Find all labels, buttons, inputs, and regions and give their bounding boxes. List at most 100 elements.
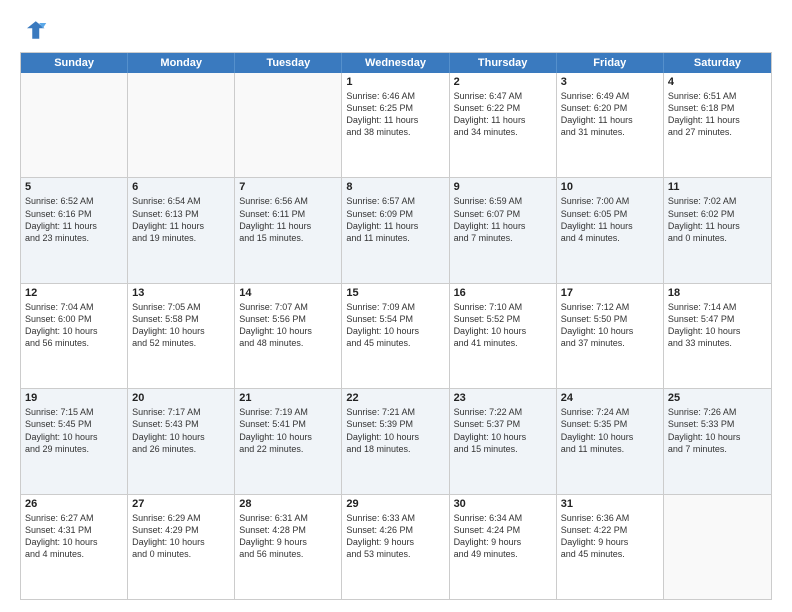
day-number: 12 xyxy=(25,287,123,299)
weekday-header-tuesday: Tuesday xyxy=(235,53,342,73)
cell-daylight-info: Sunrise: 7:07 AM Sunset: 5:56 PM Dayligh… xyxy=(239,301,337,350)
calendar-cell-r4-c1: 19 Sunrise: 7:15 AM Sunset: 5:45 PM Dayli… xyxy=(21,389,128,493)
day-number: 30 xyxy=(454,498,552,510)
day-number: 21 xyxy=(239,392,337,404)
cell-daylight-info: Sunrise: 6:27 AM Sunset: 4:31 PM Dayligh… xyxy=(25,512,123,561)
day-number: 22 xyxy=(346,392,444,404)
weekday-header-sunday: Sunday xyxy=(21,53,128,73)
weekday-header-saturday: Saturday xyxy=(664,53,771,73)
calendar-cell-r3-c4: 15 Sunrise: 7:09 AM Sunset: 5:54 PM Dayli… xyxy=(342,284,449,388)
calendar-cell-r2-c4: 8 Sunrise: 6:57 AM Sunset: 6:09 PM Daylig… xyxy=(342,178,449,282)
cell-daylight-info: Sunrise: 6:59 AM Sunset: 6:07 PM Dayligh… xyxy=(454,195,552,244)
cell-daylight-info: Sunrise: 7:21 AM Sunset: 5:39 PM Dayligh… xyxy=(346,406,444,455)
header xyxy=(20,16,772,44)
calendar-body: 1Sunrise: 6:46 AM Sunset: 6:25 PM Daylig… xyxy=(21,73,771,599)
calendar-row-3: 12 Sunrise: 7:04 AM Sunset: 6:00 PM Dayli… xyxy=(21,283,771,388)
cell-daylight-info: Sunrise: 7:14 AM Sunset: 5:47 PM Dayligh… xyxy=(668,301,767,350)
day-number: 5 xyxy=(25,181,123,193)
cell-daylight-info: Sunrise: 7:09 AM Sunset: 5:54 PM Dayligh… xyxy=(346,301,444,350)
cell-daylight-info: Sunrise: 6:49 AM Sunset: 6:20 PM Dayligh… xyxy=(561,90,659,139)
calendar-header: SundayMondayTuesdayWednesdayThursdayFrid… xyxy=(21,53,771,73)
day-number: 6 xyxy=(132,181,230,193)
day-number: 31 xyxy=(561,498,659,510)
calendar-cell-r2-c7: 11 Sunrise: 7:02 AM Sunset: 6:02 PM Dayli… xyxy=(664,178,771,282)
calendar-cell-r5-c1: 26 Sunrise: 6:27 AM Sunset: 4:31 PM Dayli… xyxy=(21,495,128,599)
calendar-cell-r3-c2: 13 Sunrise: 7:05 AM Sunset: 5:58 PM Dayli… xyxy=(128,284,235,388)
calendar-cell-r1-c4: 1Sunrise: 6:46 AM Sunset: 6:25 PM Daylig… xyxy=(342,73,449,177)
calendar-cell-r3-c6: 17Sunrise: 7:12 AM Sunset: 5:50 PM Dayli… xyxy=(557,284,664,388)
day-number: 29 xyxy=(346,498,444,510)
cell-daylight-info: Sunrise: 7:19 AM Sunset: 5:41 PM Dayligh… xyxy=(239,406,337,455)
day-number: 3 xyxy=(561,76,659,88)
cell-daylight-info: Sunrise: 7:26 AM Sunset: 5:33 PM Dayligh… xyxy=(668,406,767,455)
calendar-grid: SundayMondayTuesdayWednesdayThursdayFrid… xyxy=(20,52,772,600)
calendar-cell-r3-c1: 12 Sunrise: 7:04 AM Sunset: 6:00 PM Dayli… xyxy=(21,284,128,388)
cell-daylight-info: Sunrise: 6:52 AM Sunset: 6:16 PM Dayligh… xyxy=(25,195,123,244)
cell-daylight-info: Sunrise: 6:56 AM Sunset: 6:11 PM Dayligh… xyxy=(239,195,337,244)
day-number: 19 xyxy=(25,392,123,404)
calendar-cell-r1-c5: 2 Sunrise: 6:47 AM Sunset: 6:22 PM Daylig… xyxy=(450,73,557,177)
weekday-header-monday: Monday xyxy=(128,53,235,73)
day-number: 18 xyxy=(668,287,767,299)
weekday-header-wednesday: Wednesday xyxy=(342,53,449,73)
calendar-row-2: 5 Sunrise: 6:52 AM Sunset: 6:16 PM Daylig… xyxy=(21,177,771,282)
day-number: 25 xyxy=(668,392,767,404)
calendar-row-5: 26 Sunrise: 6:27 AM Sunset: 4:31 PM Dayli… xyxy=(21,494,771,599)
day-number: 10 xyxy=(561,181,659,193)
cell-daylight-info: Sunrise: 7:02 AM Sunset: 6:02 PM Dayligh… xyxy=(668,195,767,244)
day-number: 26 xyxy=(25,498,123,510)
calendar-cell-r1-c7: 4 Sunrise: 6:51 AM Sunset: 6:18 PM Daylig… xyxy=(664,73,771,177)
cell-daylight-info: Sunrise: 7:17 AM Sunset: 5:43 PM Dayligh… xyxy=(132,406,230,455)
calendar-cell-r2-c6: 10 Sunrise: 7:00 AM Sunset: 6:05 PM Dayli… xyxy=(557,178,664,282)
day-number: 16 xyxy=(454,287,552,299)
calendar-cell-r4-c5: 23 Sunrise: 7:22 AM Sunset: 5:37 PM Dayli… xyxy=(450,389,557,493)
calendar-cell-r2-c2: 6 Sunrise: 6:54 AM Sunset: 6:13 PM Daylig… xyxy=(128,178,235,282)
day-number: 8 xyxy=(346,181,444,193)
calendar-cell-r4-c6: 24Sunrise: 7:24 AM Sunset: 5:35 PM Dayli… xyxy=(557,389,664,493)
cell-daylight-info: Sunrise: 6:36 AM Sunset: 4:22 PM Dayligh… xyxy=(561,512,659,561)
calendar-cell-r3-c7: 18 Sunrise: 7:14 AM Sunset: 5:47 PM Dayli… xyxy=(664,284,771,388)
logo xyxy=(20,16,52,44)
day-number: 17 xyxy=(561,287,659,299)
day-number: 2 xyxy=(454,76,552,88)
cell-daylight-info: Sunrise: 7:04 AM Sunset: 6:00 PM Dayligh… xyxy=(25,301,123,350)
calendar-cell-r5-c4: 29 Sunrise: 6:33 AM Sunset: 4:26 PM Dayli… xyxy=(342,495,449,599)
cell-daylight-info: Sunrise: 6:33 AM Sunset: 4:26 PM Dayligh… xyxy=(346,512,444,561)
calendar-row-1: 1Sunrise: 6:46 AM Sunset: 6:25 PM Daylig… xyxy=(21,73,771,177)
day-number: 15 xyxy=(346,287,444,299)
calendar-page: SundayMondayTuesdayWednesdayThursdayFrid… xyxy=(0,0,792,612)
calendar-cell-r1-c6: 3 Sunrise: 6:49 AM Sunset: 6:20 PM Daylig… xyxy=(557,73,664,177)
day-number: 14 xyxy=(239,287,337,299)
day-number: 28 xyxy=(239,498,337,510)
day-number: 9 xyxy=(454,181,552,193)
calendar-cell-r1-c3 xyxy=(235,73,342,177)
cell-daylight-info: Sunrise: 7:24 AM Sunset: 5:35 PM Dayligh… xyxy=(561,406,659,455)
day-number: 7 xyxy=(239,181,337,193)
cell-daylight-info: Sunrise: 7:15 AM Sunset: 5:45 PM Dayligh… xyxy=(25,406,123,455)
day-number: 27 xyxy=(132,498,230,510)
cell-daylight-info: Sunrise: 7:05 AM Sunset: 5:58 PM Dayligh… xyxy=(132,301,230,350)
calendar-cell-r1-c2 xyxy=(128,73,235,177)
cell-daylight-info: Sunrise: 6:51 AM Sunset: 6:18 PM Dayligh… xyxy=(668,90,767,139)
calendar-cell-r3-c3: 14 Sunrise: 7:07 AM Sunset: 5:56 PM Dayli… xyxy=(235,284,342,388)
calendar-cell-r4-c4: 22 Sunrise: 7:21 AM Sunset: 5:39 PM Dayli… xyxy=(342,389,449,493)
calendar-cell-r4-c3: 21 Sunrise: 7:19 AM Sunset: 5:41 PM Dayli… xyxy=(235,389,342,493)
calendar-row-4: 19 Sunrise: 7:15 AM Sunset: 5:45 PM Dayli… xyxy=(21,388,771,493)
calendar-cell-r2-c3: 7 Sunrise: 6:56 AM Sunset: 6:11 PM Daylig… xyxy=(235,178,342,282)
day-number: 23 xyxy=(454,392,552,404)
cell-daylight-info: Sunrise: 7:00 AM Sunset: 6:05 PM Dayligh… xyxy=(561,195,659,244)
day-number: 11 xyxy=(668,181,767,193)
calendar-cell-r5-c3: 28Sunrise: 6:31 AM Sunset: 4:28 PM Dayli… xyxy=(235,495,342,599)
calendar-cell-r2-c1: 5 Sunrise: 6:52 AM Sunset: 6:16 PM Daylig… xyxy=(21,178,128,282)
cell-daylight-info: Sunrise: 6:54 AM Sunset: 6:13 PM Dayligh… xyxy=(132,195,230,244)
cell-daylight-info: Sunrise: 6:47 AM Sunset: 6:22 PM Dayligh… xyxy=(454,90,552,139)
day-number: 20 xyxy=(132,392,230,404)
calendar-cell-r1-c1 xyxy=(21,73,128,177)
calendar-cell-r3-c5: 16Sunrise: 7:10 AM Sunset: 5:52 PM Dayli… xyxy=(450,284,557,388)
day-number: 4 xyxy=(668,76,767,88)
calendar-cell-r4-c2: 20 Sunrise: 7:17 AM Sunset: 5:43 PM Dayli… xyxy=(128,389,235,493)
cell-daylight-info: Sunrise: 7:22 AM Sunset: 5:37 PM Dayligh… xyxy=(454,406,552,455)
cell-daylight-info: Sunrise: 6:57 AM Sunset: 6:09 PM Dayligh… xyxy=(346,195,444,244)
cell-daylight-info: Sunrise: 6:29 AM Sunset: 4:29 PM Dayligh… xyxy=(132,512,230,561)
day-number: 13 xyxy=(132,287,230,299)
